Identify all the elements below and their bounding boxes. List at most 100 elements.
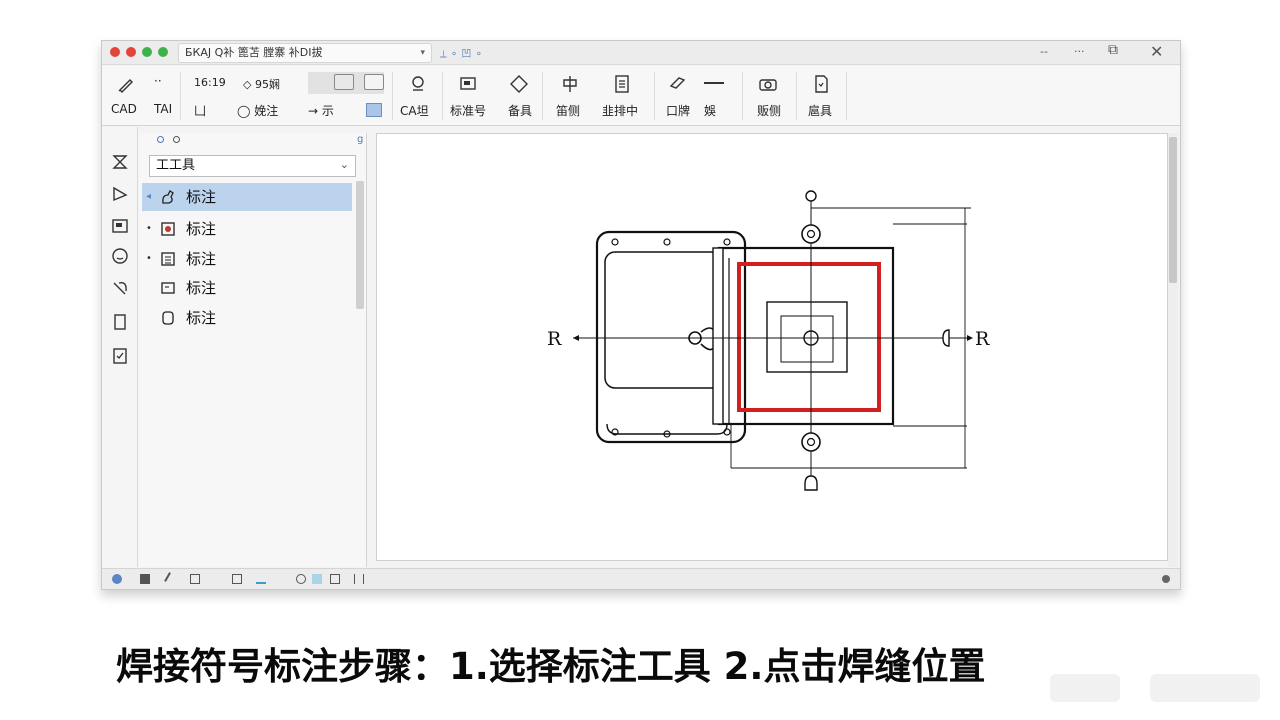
tool-cad-label[interactable]: CAD bbox=[111, 102, 137, 116]
align-icon[interactable] bbox=[560, 74, 580, 94]
minimize-button[interactable]: -- bbox=[1040, 45, 1048, 58]
bolt-hole bbox=[663, 238, 671, 246]
tool-category-select[interactable]: 工工具 ⌄ bbox=[149, 155, 356, 177]
line-icon[interactable] bbox=[164, 572, 178, 586]
ribbon-toolbar: CAD ·· TAI 16:19 凵 ◇ 95娴 ◯ 娩注 → 示 CA坦 标准… bbox=[102, 66, 1180, 126]
tool-category-value: 工工具 bbox=[156, 158, 196, 173]
title-extra: ⟂ ⚬ 凹 ⚬ bbox=[440, 49, 483, 60]
tool-panel: g 工工具 ⌄ ◂ 标注 • 标注 • 标注 标注 标注 bbox=[139, 133, 367, 567]
line-tool-icon[interactable] bbox=[704, 82, 724, 84]
bullet-icon: • bbox=[146, 223, 152, 234]
expand-icon[interactable]: ◂ bbox=[146, 183, 151, 211]
bullet-icon: • bbox=[146, 253, 152, 264]
globe-icon[interactable] bbox=[112, 574, 122, 584]
title-bar: БКАJ Q补 篦苫 膛寨 补DI拔 ▾ ⟂ ⚬ 凹 ⚬ -- ··· ⧉ ✕ bbox=[102, 41, 1180, 65]
tool-annot-label[interactable]: ◯ 娩注 bbox=[237, 102, 278, 119]
text-box-icon bbox=[161, 282, 175, 294]
hourglass-icon[interactable] bbox=[111, 153, 129, 171]
tool-frame-label[interactable]: 凵 bbox=[194, 102, 206, 119]
lineweight-icon[interactable] bbox=[330, 574, 340, 584]
tree-item-annotation-1[interactable]: ◂ 标注 bbox=[142, 183, 352, 211]
ribbon-separator bbox=[392, 72, 393, 120]
tool-show-label[interactable]: → 示 bbox=[308, 102, 334, 119]
camera-icon[interactable] bbox=[758, 74, 778, 94]
minimize-dot-icon[interactable] bbox=[126, 47, 136, 57]
panel-header: g bbox=[139, 133, 365, 151]
page-icon[interactable] bbox=[111, 313, 129, 331]
tool-prepare-label[interactable]: 备具 bbox=[508, 102, 532, 119]
panel-pin-icon[interactable] bbox=[173, 136, 180, 143]
canvas-scrollbar[interactable] bbox=[1168, 133, 1178, 567]
tool-view-label[interactable]: 贩侧 bbox=[757, 102, 781, 119]
tool-standard-label[interactable]: 标准号 bbox=[450, 102, 486, 119]
tool-dots-label[interactable]: ·· bbox=[154, 74, 162, 88]
hand-annotation-icon bbox=[162, 190, 174, 204]
checklist-icon[interactable] bbox=[111, 347, 129, 365]
ribbon-separator bbox=[180, 72, 181, 120]
close-button[interactable]: ✕ bbox=[1150, 42, 1163, 61]
maximize-dot-icon[interactable] bbox=[142, 47, 152, 57]
track-icon[interactable] bbox=[312, 574, 322, 584]
ribbon-separator bbox=[796, 72, 797, 120]
document-tab[interactable]: БКАJ Q补 篦苫 膛寨 补DI拔 ▾ bbox=[178, 43, 432, 63]
bolt-hole bbox=[723, 238, 731, 246]
triangle-icon[interactable] bbox=[111, 185, 129, 203]
grid-icon[interactable] bbox=[140, 574, 150, 584]
diamond-icon[interactable] bbox=[509, 74, 529, 94]
tool-misc-label[interactable]: 娛 bbox=[704, 102, 716, 119]
tag-icon[interactable] bbox=[668, 74, 688, 94]
panel-toggle-icon[interactable] bbox=[157, 136, 164, 143]
step-caption: 焊接符号标注步骤：1.选择标注工具 2.点击焊缝位置 bbox=[116, 645, 986, 688]
snap-icon[interactable] bbox=[190, 574, 200, 584]
panel-scrollbar[interactable] bbox=[356, 181, 364, 309]
bolt-hole bbox=[611, 238, 619, 246]
user-icon[interactable] bbox=[408, 74, 428, 94]
brush-icon[interactable] bbox=[111, 279, 129, 297]
shape-button-2[interactable] bbox=[364, 74, 384, 90]
smile-icon[interactable] bbox=[111, 247, 129, 265]
document-icon[interactable] bbox=[612, 74, 632, 94]
chevron-down-icon[interactable]: ⌄ bbox=[340, 155, 349, 175]
tool-tai-label[interactable]: TAI bbox=[154, 102, 172, 116]
rounded-square-icon bbox=[162, 311, 174, 325]
tree-item-annotation-2[interactable]: • 标注 bbox=[142, 215, 352, 243]
tree-item-annotation-3[interactable]: • 标注 bbox=[142, 245, 352, 273]
tool-time-label[interactable]: 16:19 bbox=[194, 76, 226, 89]
close-dot-icon[interactable] bbox=[110, 47, 120, 57]
tree-item-annotation-4[interactable]: 标注 bbox=[142, 274, 352, 302]
drawing-canvas[interactable]: R R bbox=[376, 133, 1168, 561]
tab-dropdown-icon[interactable]: ▾ bbox=[420, 44, 425, 62]
file-icon[interactable] bbox=[811, 74, 831, 94]
ribbon-separator bbox=[442, 72, 443, 120]
tree-item-label: 标注 bbox=[186, 309, 217, 327]
tree-item-label: 标注 bbox=[186, 188, 217, 206]
fullscreen-dot-icon[interactable] bbox=[158, 47, 168, 57]
tree-item-label: 标注 bbox=[186, 279, 217, 297]
scroll-thumb[interactable] bbox=[1169, 137, 1177, 283]
osnap-icon[interactable] bbox=[296, 574, 306, 584]
color-swatch[interactable] bbox=[366, 103, 382, 117]
image-icon[interactable] bbox=[111, 217, 129, 235]
screenshot-stage: БКАJ Q补 篦苫 膛寨 补DI拔 ▾ ⟂ ⚬ 凹 ⚬ -- ··· ⧉ ✕ … bbox=[0, 0, 1280, 720]
watermark-logo bbox=[1050, 674, 1260, 702]
polar-icon[interactable] bbox=[256, 574, 266, 584]
ribbon-separator bbox=[654, 72, 655, 120]
tool-arrange-label[interactable]: 韭排中 bbox=[602, 102, 638, 119]
panel-menu-icon[interactable]: g bbox=[357, 134, 363, 145]
status-dot-icon bbox=[1162, 575, 1170, 583]
ortho-icon[interactable] bbox=[232, 574, 242, 584]
app-window: БКАJ Q补 篦苫 膛寨 补DI拔 ▾ ⟂ ⚬ 凹 ⚬ -- ··· ⧉ ✕ … bbox=[101, 40, 1181, 590]
more-button[interactable]: ··· bbox=[1074, 45, 1085, 58]
tool-size-label[interactable]: ◇ 95娴 bbox=[243, 76, 280, 92]
tool-ca-label[interactable]: CA坦 bbox=[400, 102, 429, 119]
tree-item-annotation-5[interactable]: 标注 bbox=[142, 304, 352, 332]
tool-card-label[interactable]: 口牌 bbox=[666, 102, 690, 119]
model-icon[interactable] bbox=[354, 574, 364, 584]
shape-button-1[interactable] bbox=[334, 74, 354, 90]
restore-button[interactable]: ⧉ bbox=[1108, 42, 1118, 58]
ribbon-separator bbox=[742, 72, 743, 120]
tool-tool-label[interactable]: 扈具 bbox=[808, 102, 832, 119]
monitor-icon[interactable] bbox=[458, 74, 478, 94]
pencil-icon[interactable] bbox=[116, 74, 136, 94]
tool-side-label[interactable]: 笛侧 bbox=[556, 102, 580, 119]
